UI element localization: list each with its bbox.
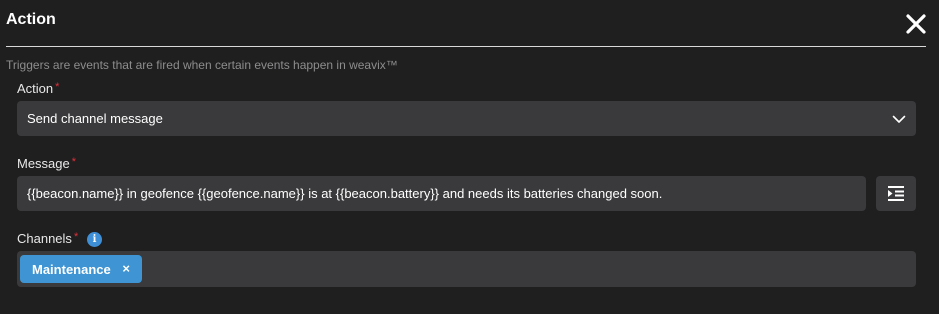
channel-chip-label: Maintenance [32, 262, 111, 277]
channels-label: Channels * [17, 231, 78, 246]
info-icon[interactable]: i [87, 232, 102, 247]
dialog-subtitle: Triggers are events that are fired when … [6, 58, 398, 72]
action-label: Action * [17, 81, 59, 96]
required-mark: * [71, 156, 77, 168]
channels-input[interactable]: Maintenance × [17, 251, 916, 287]
dialog-title: Action [6, 11, 56, 28]
action-dialog: Action Triggers are events that are fire… [0, 0, 939, 314]
action-select[interactable]: Send channel message [17, 101, 916, 136]
action-select-value: Send channel message [27, 111, 163, 126]
channels-label-text: Channels [17, 231, 72, 246]
chip-remove-icon[interactable]: × [122, 261, 130, 276]
message-input-value: {{beacon.name}} in geofence {{geofence.n… [27, 186, 663, 201]
insert-variable-icon [888, 186, 904, 201]
required-mark: * [73, 231, 79, 243]
close-button[interactable] [904, 12, 928, 36]
dialog-header: Action [6, 0, 926, 47]
channel-chip-maintenance[interactable]: Maintenance × [20, 255, 142, 283]
message-input[interactable]: {{beacon.name}} in geofence {{geofence.n… [17, 176, 866, 211]
insert-variable-button[interactable] [876, 176, 916, 211]
close-icon [906, 14, 926, 34]
action-label-text: Action [17, 81, 54, 96]
chevron-down-icon [892, 115, 906, 123]
message-label: Message * [17, 156, 76, 171]
required-mark: * [55, 81, 60, 93]
message-label-text: Message [17, 156, 70, 171]
